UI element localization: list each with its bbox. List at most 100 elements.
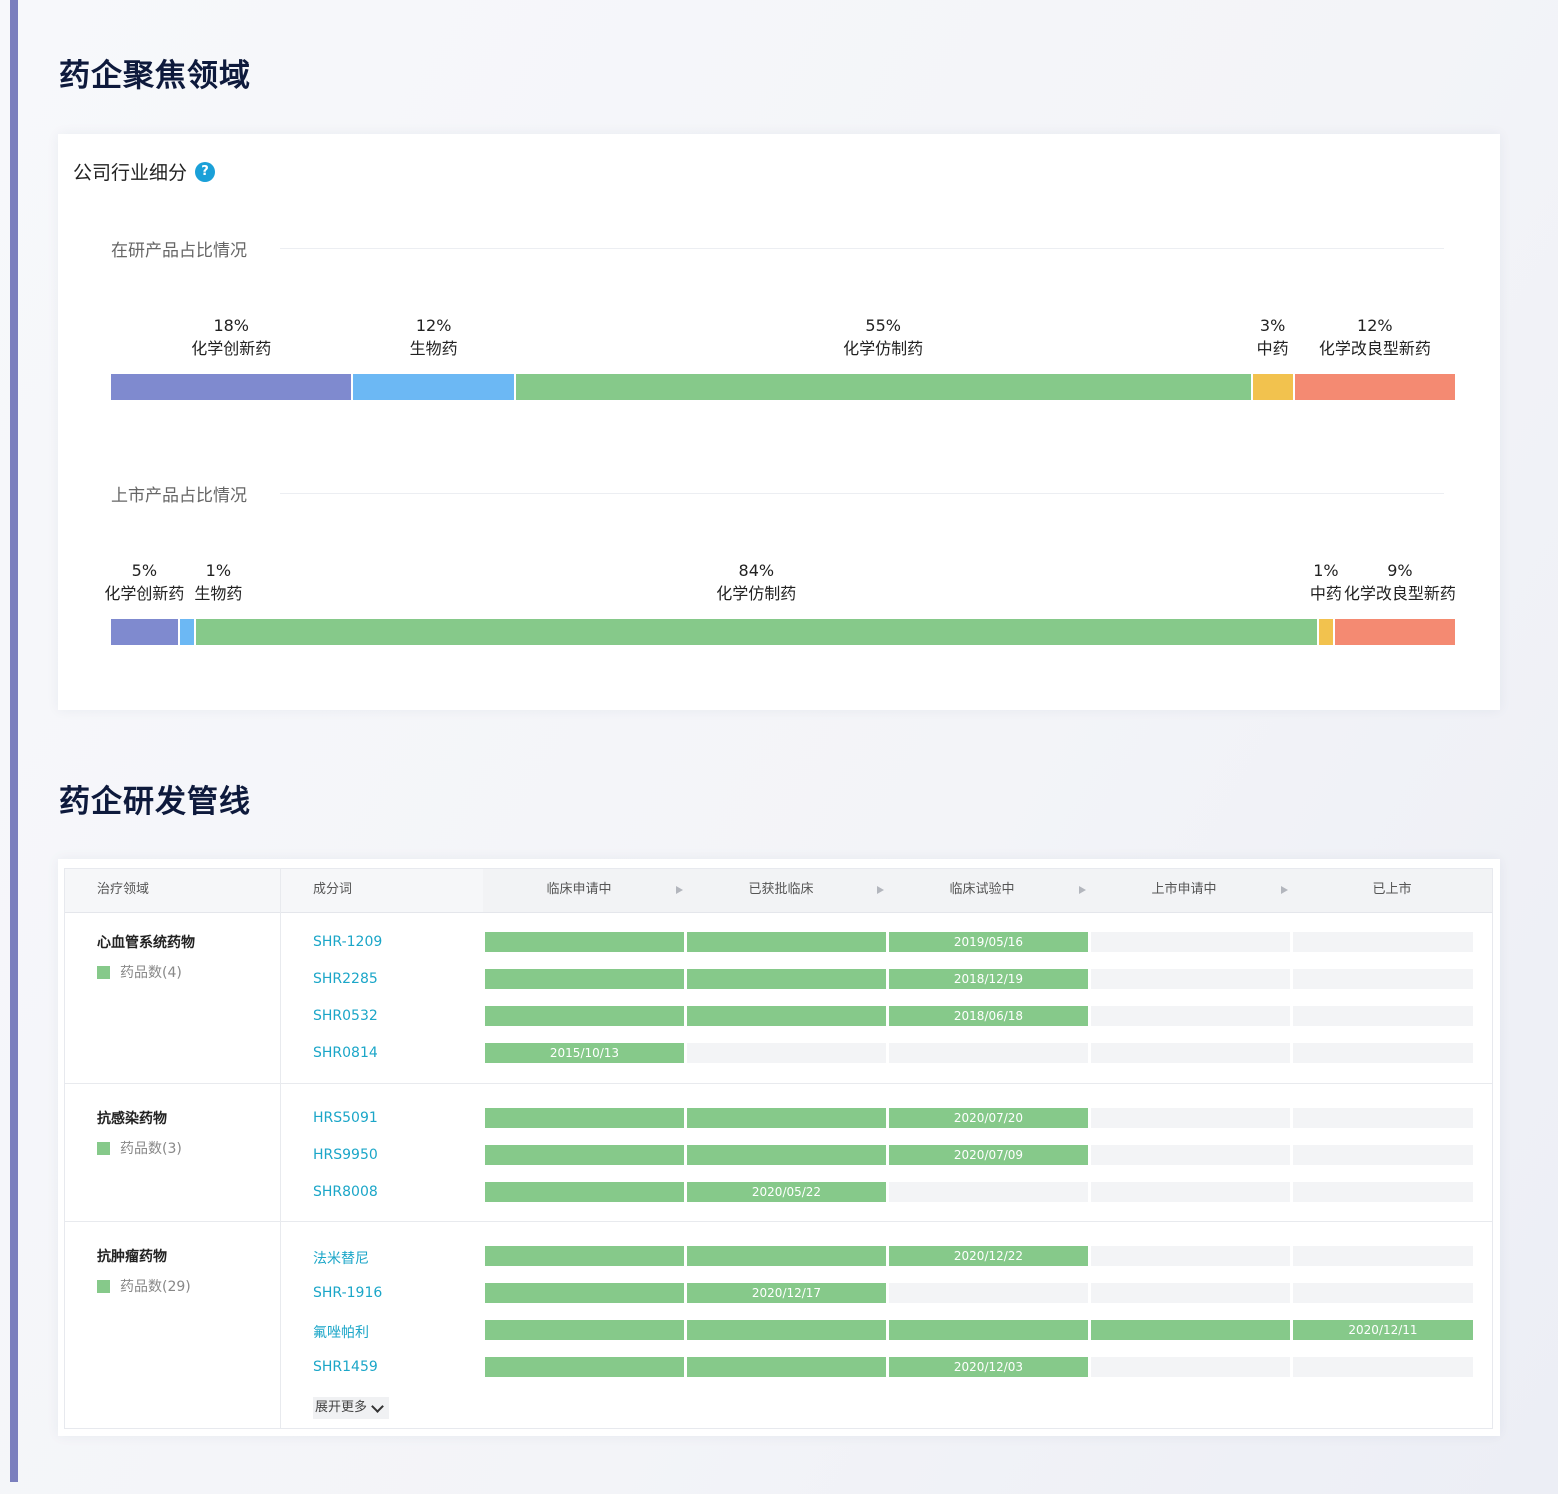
bar-segment-label: 1% 生物药 (194, 559, 242, 605)
bar-segment (111, 619, 178, 645)
drug-name-link[interactable]: SHR0814 (313, 1045, 378, 1061)
drug-name-link[interactable]: 法米替尼 (313, 1248, 369, 1268)
stage-cell-current: 2020/12/03 (889, 1357, 1088, 1377)
stage-cell-done (687, 932, 886, 952)
segment-percent: 12% (415, 316, 452, 335)
header-stage-5: 已上市 (1372, 882, 1412, 897)
segment-name: 生物药 (194, 584, 243, 603)
stage-cell-done (687, 1246, 886, 1266)
bar-segment (1252, 374, 1293, 400)
stage-cell-current: 2020/12/11 (1293, 1320, 1473, 1340)
stage-cell-done (1091, 1320, 1290, 1340)
stage-cell-current: 2020/05/22 (687, 1182, 886, 1202)
stage-cell-done (485, 969, 684, 989)
group-divider (65, 1221, 1492, 1222)
stage-cell-done (485, 1320, 684, 1340)
stage-cell-done (485, 1283, 684, 1303)
drug-count-label: 药品数(4) (120, 965, 182, 981)
bar-segment-label: 5% 化学创新药 (104, 559, 184, 605)
research-divider (280, 248, 1444, 249)
segment-name: 化学仿制药 (843, 339, 924, 358)
legend-swatch-icon (97, 965, 110, 979)
bar-segment (111, 374, 352, 400)
therapeutic-area-name: 抗肿瘤药物 (97, 1249, 167, 1265)
research-subtitle: 在研产品占比情况 (111, 241, 247, 261)
stage-cell-done (485, 1357, 684, 1377)
stage-cell-empty (1091, 1043, 1290, 1063)
group-divider (65, 1083, 1492, 1084)
stage-cell-done (687, 1320, 886, 1340)
segment-percent: 3% (1259, 316, 1286, 335)
stage-cell-empty (1293, 1246, 1473, 1266)
header-stage-4: 上市申请中 (1151, 882, 1217, 897)
stage-cell-done (485, 1108, 684, 1128)
stage-cell-current: 2020/12/17 (687, 1283, 886, 1303)
drug-name-link[interactable]: SHR-1209 (313, 934, 382, 950)
chevron-down-icon (371, 1399, 384, 1413)
stage-cell-empty (1091, 1246, 1290, 1266)
bar-segment-label: 55% 化学仿制药 (843, 314, 923, 360)
expand-more-button[interactable]: 展开更多 (313, 1397, 389, 1419)
stage-cell-empty (1293, 1145, 1473, 1165)
stage-cell-empty (687, 1043, 886, 1063)
stage-cell-empty (1091, 1006, 1290, 1026)
drug-count: 药品数(3) (97, 1138, 182, 1158)
header-ingredient: 成分词 (313, 882, 353, 897)
drug-name-link[interactable]: HRS5091 (313, 1110, 378, 1126)
stage-cell-empty (1293, 1182, 1473, 1202)
segment-percent: 84% (738, 561, 775, 580)
stage-arrow-icon (1281, 886, 1288, 894)
drug-name-link[interactable]: SHR1459 (313, 1359, 378, 1375)
segment-percent: 18% (213, 316, 250, 335)
segment-percent: 12% (1357, 316, 1393, 335)
stage-cell-done (687, 1357, 886, 1377)
therapeutic-area-name: 抗感染药物 (97, 1111, 167, 1127)
drug-name-link[interactable]: SHR2285 (313, 971, 378, 987)
stage-arrow-icon (877, 886, 884, 894)
header-stage-1: 临床申请中 (546, 882, 612, 897)
header-area: 治疗领域 (97, 882, 150, 897)
pipeline-card: 治疗领域 成分词 临床申请中 已获批临床 临床试验中 上市申请中 已上市 心血管… (58, 859, 1500, 1436)
stage-cell-done (485, 1006, 684, 1026)
drug-name-link[interactable]: HRS9950 (313, 1147, 378, 1163)
stage-cell-current: 2018/12/19 (889, 969, 1088, 989)
left-accent-bar (10, 0, 18, 1482)
drug-name-link[interactable]: SHR-1916 (313, 1285, 382, 1301)
stage-arrow-icon (1079, 886, 1086, 894)
stage-cell-empty (1091, 969, 1290, 989)
drug-count-label: 药品数(3) (120, 1141, 182, 1157)
bar-segment-label: 3% 中药 (1257, 314, 1289, 360)
drug-name-link[interactable]: SHR0532 (313, 1008, 378, 1024)
stage-cell-current: 2020/07/09 (889, 1145, 1088, 1165)
stage-cell-empty (1091, 932, 1290, 952)
stage-cell-empty (889, 1043, 1088, 1063)
drug-count: 药品数(29) (97, 1276, 191, 1296)
stage-cell-current: 2019/05/16 (889, 932, 1088, 952)
header-stage-2: 已获批临床 (748, 882, 814, 897)
bar-segment (1294, 374, 1455, 400)
pipeline-table: 治疗领域 成分词 临床申请中 已获批临床 临床试验中 上市申请中 已上市 心血管… (64, 868, 1493, 1429)
stage-cell-empty (889, 1182, 1088, 1202)
stage-cell-done (687, 1145, 886, 1165)
stage-cell-empty (889, 1283, 1088, 1303)
bar-segment-label: 84% 化学仿制药 (716, 559, 796, 605)
stage-cell-done (485, 1145, 684, 1165)
card-title: 公司行业细分 (73, 162, 188, 184)
therapeutic-area-name: 心血管系统药物 (97, 935, 195, 951)
stage-cell-done (889, 1320, 1088, 1340)
question-circle-icon[interactable]: ? (195, 161, 216, 182)
segment-percent: 9% (1387, 561, 1413, 580)
section-title-focus: 药企聚焦领域 (59, 58, 251, 94)
column-divider (280, 869, 281, 1428)
stage-cell-empty (1293, 932, 1473, 952)
bar-segment (353, 374, 514, 400)
bar-segment (515, 374, 1251, 400)
market-divider (280, 493, 1444, 494)
segment-percent: 5% (131, 561, 158, 580)
drug-name-link[interactable]: SHR8008 (313, 1184, 378, 1200)
stage-cell-empty (1091, 1182, 1290, 1202)
stage-cell-empty (1293, 1357, 1473, 1377)
drug-name-link[interactable]: 氟唑帕利 (313, 1322, 369, 1342)
segment-percent: 1% (205, 561, 232, 580)
segment-percent: 1% (1313, 561, 1339, 580)
